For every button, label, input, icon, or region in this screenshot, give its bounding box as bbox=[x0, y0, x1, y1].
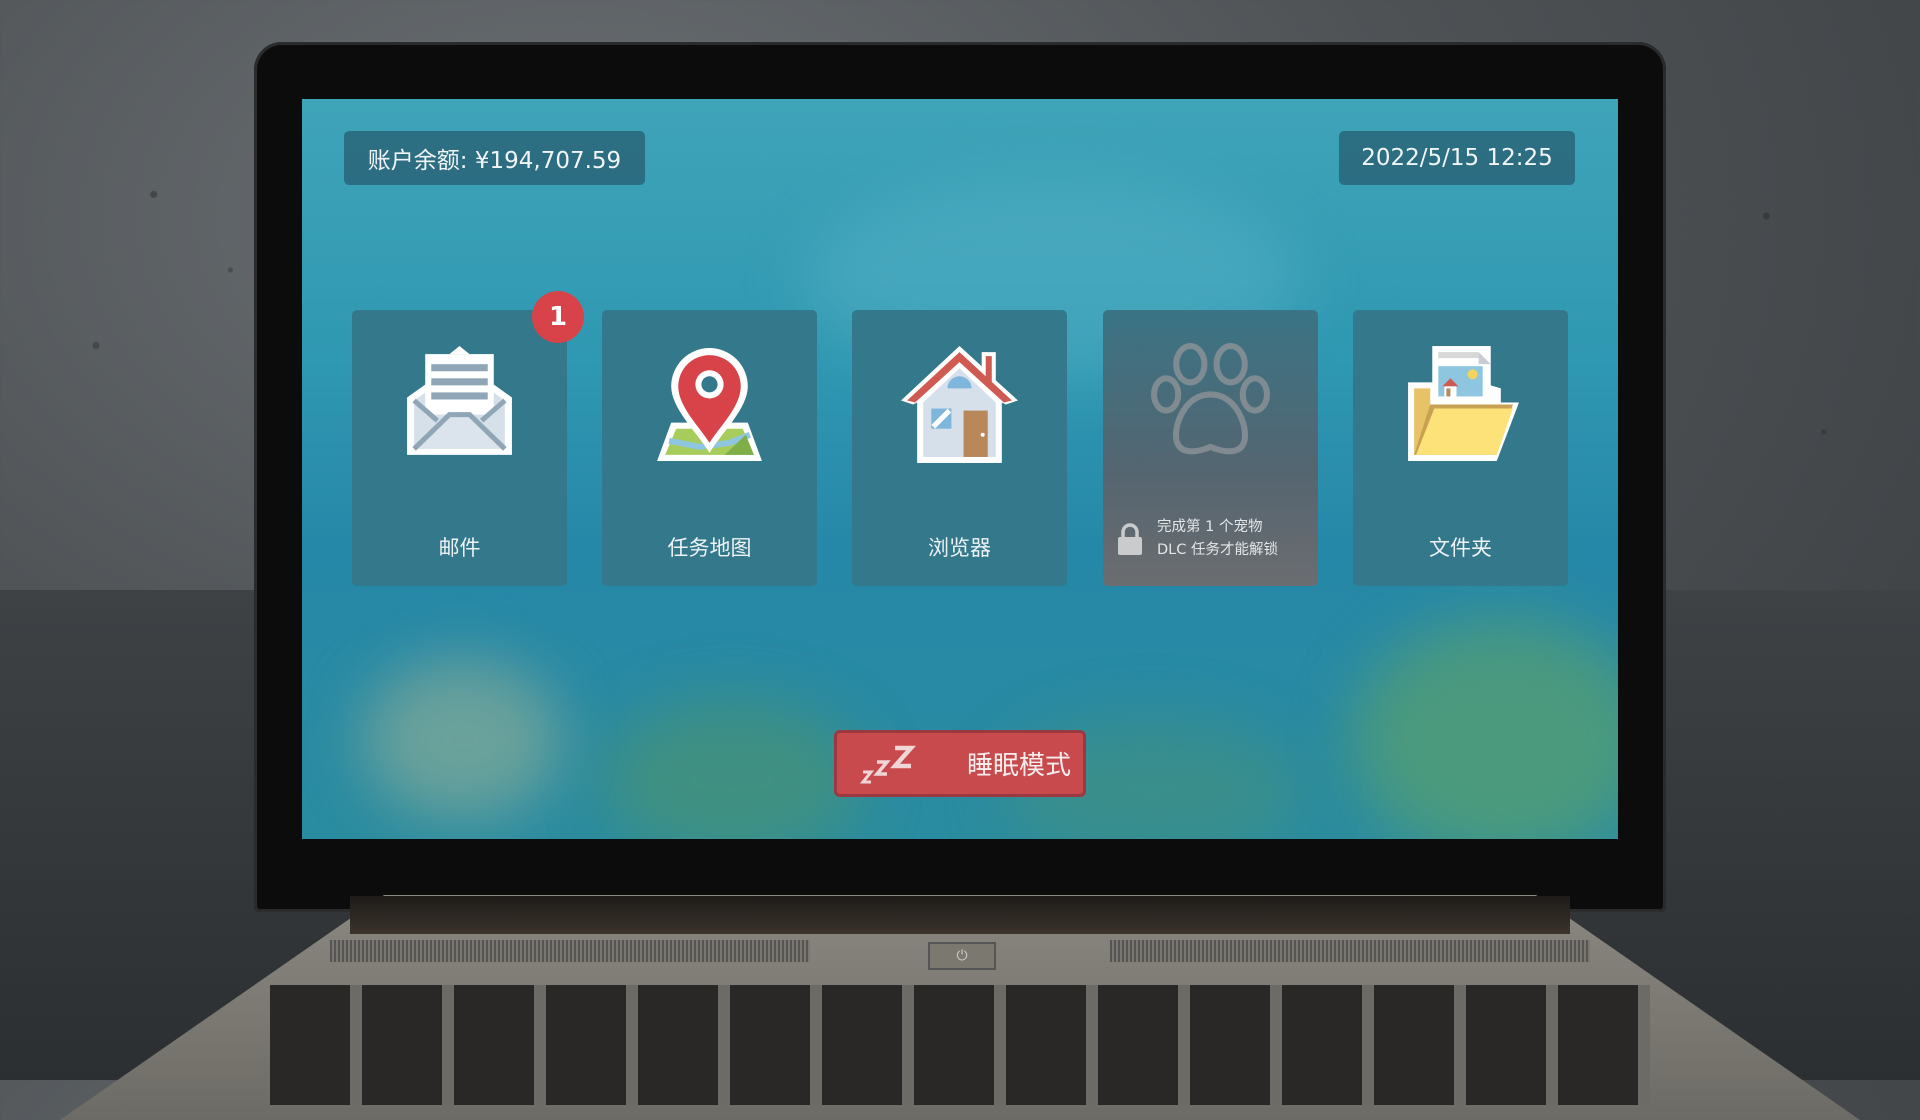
envelope-icon bbox=[407, 346, 512, 455]
app-label: 文件夹 bbox=[1429, 536, 1492, 560]
app-label: 任务地图 bbox=[667, 536, 752, 560]
wallpaper-blob bbox=[602, 699, 862, 839]
app-tile-mission-map[interactable]: 任务地图 bbox=[602, 310, 817, 586]
datetime-display: 2022/5/15 12:25 bbox=[1339, 131, 1575, 185]
wallpaper-blob bbox=[362, 659, 562, 819]
datetime-text: 2022/5/15 12:25 bbox=[1361, 145, 1553, 171]
lock-message: 完成第 1 个宠物 DLC 任务才能解锁 bbox=[1117, 516, 1278, 562]
power-button[interactable]: ⏻ bbox=[928, 942, 996, 970]
speaker-grille bbox=[330, 940, 810, 962]
lock-icon bbox=[1118, 523, 1142, 555]
app-label: 浏览器 bbox=[928, 536, 991, 560]
map-pin-icon bbox=[657, 348, 762, 461]
sleep-mode-button[interactable]: 睡眠模式 bbox=[834, 730, 1086, 797]
laptop-hinge bbox=[350, 896, 1570, 934]
lock-text-line2: DLC 任务才能解锁 bbox=[1157, 542, 1278, 558]
laptop-screen: 账户余额: ¥194,707.59 2022/5/15 12:25 邮件 1 任… bbox=[302, 99, 1618, 839]
paw-icon bbox=[1151, 343, 1270, 455]
app-tile-folder[interactable]: 文件夹 bbox=[1353, 310, 1568, 586]
wallpaper-blob bbox=[1352, 619, 1618, 839]
folder-icon bbox=[1408, 346, 1519, 461]
app-label: 邮件 bbox=[438, 536, 481, 560]
account-balance: 账户余额: ¥194,707.59 bbox=[344, 131, 645, 185]
power-icon: ⏻ bbox=[956, 948, 968, 964]
speaker-grille bbox=[1110, 940, 1590, 962]
app-tile-pet-locked[interactable]: 完成第 1 个宠物 DLC 任务才能解锁 bbox=[1103, 310, 1318, 586]
account-balance-text: 账户余额: ¥194,707.59 bbox=[367, 148, 622, 174]
app-tile-mail[interactable]: 邮件 bbox=[352, 310, 567, 586]
sleep-mode-label: 睡眠模式 bbox=[967, 751, 1072, 781]
house-icon bbox=[901, 346, 1018, 463]
notification-badge: 1 bbox=[532, 291, 584, 343]
lock-text-line1: 完成第 1 个宠物 bbox=[1157, 519, 1263, 535]
app-tile-browser[interactable]: 浏览器 bbox=[852, 310, 1067, 586]
keyboard bbox=[270, 985, 1650, 1105]
zzz-icon bbox=[859, 745, 917, 783]
